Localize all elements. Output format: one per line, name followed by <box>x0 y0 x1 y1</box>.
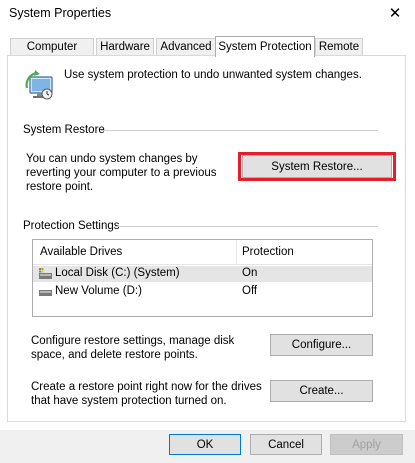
intro-text: Use system protection to undo unwanted s… <box>64 69 362 81</box>
column-protection[interactable]: Protection <box>242 246 294 258</box>
cancel-button[interactable]: Cancel <box>250 434 322 455</box>
drive-protection-c: On <box>242 267 258 279</box>
apply-button[interactable]: Apply <box>330 434 403 455</box>
window-title: System Properties <box>9 6 112 20</box>
system-protection-icon <box>23 68 57 102</box>
configure-description: Configure restore settings, manage disk … <box>31 335 235 361</box>
create-button[interactable]: Create... <box>270 380 373 402</box>
protection-settings-section-label: Protection Settings <box>23 220 120 232</box>
drive-name-d[interactable]: New Volume (D:) <box>55 285 142 297</box>
close-button[interactable]: ✕ <box>380 1 410 27</box>
ok-button[interactable]: OK <box>169 434 241 455</box>
tab-advanced[interactable]: Advanced <box>156 38 216 56</box>
system-restore-section-label: System Restore <box>23 124 105 136</box>
tab-computer-name[interactable]: Computer Name <box>10 38 94 70</box>
system-drive-icon <box>39 268 52 280</box>
system-restore-description: You can undo system changes by reverting… <box>26 153 217 193</box>
create-description: Create a restore point right now for the… <box>31 381 262 407</box>
system-restore-divider <box>101 130 378 131</box>
drives-list[interactable]: Available Drives Protection Local Disk (… <box>32 239 373 317</box>
drive-protection-d: Off <box>242 285 258 297</box>
protection-settings-divider <box>115 226 378 227</box>
tab-remote[interactable]: Remote <box>315 38 363 56</box>
drive-name-c[interactable]: Local Disk (C:) (System) <box>55 267 180 279</box>
column-available-drives[interactable]: Available Drives <box>40 246 122 258</box>
system-restore-highlight <box>238 152 396 181</box>
column-divider[interactable] <box>236 240 237 264</box>
tab-system-protection[interactable]: System Protection <box>215 36 315 57</box>
configure-button[interactable]: Configure... <box>270 334 373 356</box>
drive-icon <box>39 288 52 296</box>
tab-hardware[interactable]: Hardware <box>96 38 154 56</box>
